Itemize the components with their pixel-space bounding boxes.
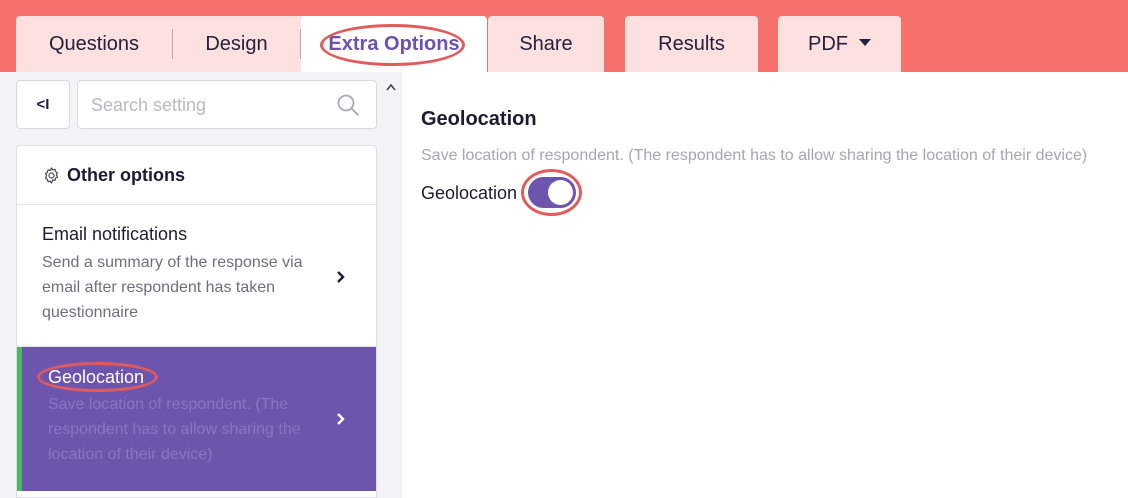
tab-pdf[interactable]: PDF xyxy=(778,16,901,72)
chevron-right-icon xyxy=(337,413,345,425)
tab-questions[interactable]: Questions xyxy=(16,16,172,72)
tab-results[interactable]: Results xyxy=(625,16,758,72)
search-setting-input[interactable] xyxy=(91,93,331,117)
page-title: Geolocation xyxy=(421,108,537,130)
panel-divider xyxy=(401,72,402,498)
sidebar-item-title: Email notifications xyxy=(42,224,188,244)
tab-design[interactable]: Design xyxy=(173,16,300,72)
geolocation-toggle-label: Geolocation xyxy=(421,183,518,203)
settings-list: Other options Email notifications Send a… xyxy=(16,145,377,498)
tab-extra-options[interactable]: Extra Options xyxy=(301,16,487,72)
gear-icon xyxy=(45,166,58,184)
caret-down-icon xyxy=(859,38,871,46)
chevron-right-icon xyxy=(337,271,345,283)
tab-pdf-label: PDF xyxy=(808,32,848,55)
toggle-knob xyxy=(548,180,573,205)
search-icon[interactable] xyxy=(336,93,360,117)
sidebar-item-description: Save location of respondent. (The respon… xyxy=(48,396,301,463)
tab-share[interactable]: Share xyxy=(488,16,604,72)
scroll-up-arrow-icon[interactable] xyxy=(384,80,398,96)
setting-description: Save location of respondent. (The respon… xyxy=(421,147,1088,164)
sidebar-item-email-notifications[interactable]: Email notifications Send a summary of th… xyxy=(17,206,376,347)
search-setting-box xyxy=(77,80,377,129)
geolocation-toggle[interactable] xyxy=(528,177,576,208)
sidebar-item-geolocation[interactable]: Geolocation Save location of respondent.… xyxy=(17,347,376,491)
sidebar-item-description: Send a summary of the response via email… xyxy=(42,254,303,321)
sidebar-item-title: Geolocation xyxy=(48,367,145,387)
section-header-other-options: Other options xyxy=(17,146,376,205)
section-title: Other options xyxy=(67,164,185,185)
collapse-sidebar-button[interactable]: <I xyxy=(16,80,70,129)
